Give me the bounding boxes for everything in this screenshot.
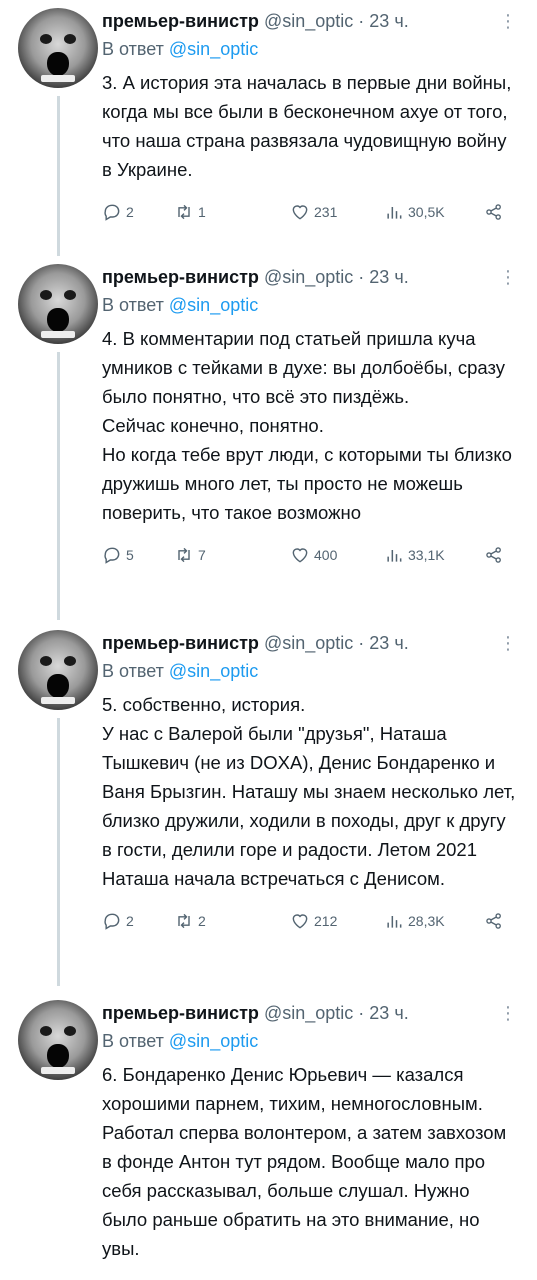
timestamp[interactable]: 23 ч. [369,11,408,31]
reply-prefix: В ответ [102,1031,164,1051]
reply-context: В ответ @sin_optic [102,1028,519,1054]
reply-context: В ответ @sin_optic [102,658,519,684]
author-handle[interactable]: @sin_optic [264,267,353,287]
reply-button[interactable]: 2 [102,911,134,931]
bar-chart-icon [387,916,402,928]
retweet-button[interactable]: 2 [174,911,206,931]
author-handle[interactable]: @sin_optic [264,11,353,31]
bar-chart-icon [387,207,402,219]
retweet-count: 2 [198,913,206,929]
share-button[interactable] [484,545,504,565]
tweet-text: 5. собственно, история. У нас с Валерой … [102,690,519,893]
like-count: 212 [314,913,338,929]
like-count: 400 [314,547,338,563]
retweet-icon [178,913,190,929]
views-count: 28,3K [408,913,445,929]
share-button[interactable] [484,911,504,931]
tweet-paragraph: 5. собственно, история. [102,694,306,715]
tweet-text: 3. А история эта началась в первые дни в… [102,68,519,184]
tweet-paragraph: Сейчас конечно, понятно. [102,415,324,436]
views-count: 33,1K [408,547,445,563]
reply-prefix: В ответ [102,661,164,681]
retweet-button[interactable]: 1 [174,202,206,222]
reply-count: 2 [126,204,134,220]
author-name[interactable]: премьер-винистр [102,633,259,653]
like-count: 231 [314,204,338,220]
more-dots-icon[interactable]: ⋮ [499,8,517,34]
share-icon [486,547,501,563]
heart-icon [292,914,308,929]
tweet-paragraph: 6. Бондаренко Денис Юрьевич — казался хо… [102,1064,507,1259]
share-icon [486,204,501,220]
reply-count: 2 [126,913,134,929]
tweet-paragraph: 3. А история эта началась в первые дни в… [102,72,512,180]
retweet-count: 7 [198,547,206,563]
retweet-icon [178,204,190,220]
speech-bubble-icon [104,204,120,221]
thread-line [57,718,60,986]
reply-mention-link[interactable]: @sin_optic [169,295,258,315]
more-dots-icon[interactable]: ⋮ [499,1000,517,1026]
timestamp[interactable]: 23 ч. [369,1003,408,1023]
reply-context: В ответ @sin_optic [102,292,519,318]
tweet-paragraph: 4. В комментарии под статьей пришла куча… [102,328,505,407]
thread-line [57,352,60,620]
author-handle[interactable]: @sin_optic [264,633,353,653]
author-name[interactable]: премьер-винистр [102,1003,259,1023]
reply-mention-link[interactable]: @sin_optic [169,1031,258,1051]
author-name[interactable]: премьер-винистр [102,11,259,31]
tweet-text: 6. Бондаренко Денис Юрьевич — казался хо… [102,1060,519,1263]
heart-icon [292,205,308,220]
timestamp[interactable]: 23 ч. [369,267,408,287]
avatar[interactable] [18,8,98,88]
reply-context: В ответ @sin_optic [102,36,519,62]
views-button[interactable]: 30,5K [384,202,445,222]
views-button[interactable]: 33,1K [384,545,445,565]
action-bar: 2 1 231 30,5K [102,202,519,226]
author-handle[interactable]: @sin_optic [264,1003,353,1023]
reply-button[interactable]: 5 [102,545,134,565]
retweet-count: 1 [198,204,206,220]
more-dots-icon[interactable]: ⋮ [499,630,517,656]
reply-prefix: В ответ [102,295,164,315]
reply-mention-link[interactable]: @sin_optic [169,661,258,681]
more-dots-icon[interactable]: ⋮ [499,264,517,290]
retweet-icon [178,547,190,563]
like-button[interactable]: 400 [290,545,337,565]
action-bar: 2 2 212 28,3K [102,911,519,935]
avatar[interactable] [18,1000,98,1080]
tweet-header: премьер-винистр @sin_optic · 23 ч. ⋮ [102,1000,519,1026]
share-icon [486,913,501,929]
tweet-header: премьер-винистр @sin_optic · 23 ч. ⋮ [102,264,519,290]
avatar[interactable] [18,264,98,344]
views-count: 30,5K [408,204,445,220]
tweet-paragraph: Но когда тебе врут люди, с которыми ты б… [102,444,512,523]
separator: · [358,1003,365,1023]
reply-button[interactable]: 2 [102,202,134,222]
reply-count: 5 [126,547,134,563]
separator: · [358,11,365,31]
like-button[interactable]: 231 [290,202,337,222]
tweet-header: премьер-винистр @sin_optic · 23 ч. ⋮ [102,8,519,34]
heart-icon [292,548,308,563]
timestamp[interactable]: 23 ч. [369,633,408,653]
views-button[interactable]: 28,3K [384,911,445,931]
action-bar: 5 7 400 33,1K [102,545,519,569]
bar-chart-icon [387,550,402,562]
retweet-button[interactable]: 7 [174,545,206,565]
avatar[interactable] [18,630,98,710]
share-button[interactable] [484,202,504,222]
speech-bubble-icon [104,547,120,564]
tweet-paragraph: У нас с Валерой были "друзья", Наташа Ты… [102,723,516,889]
separator: · [358,267,365,287]
speech-bubble-icon [104,913,120,930]
thread-line [57,96,60,256]
reply-prefix: В ответ [102,39,164,59]
tweet-text: 4. В комментарии под статьей пришла куча… [102,324,519,527]
reply-mention-link[interactable]: @sin_optic [169,39,258,59]
author-name[interactable]: премьер-винистр [102,267,259,287]
tweet-header: премьер-винистр @sin_optic · 23 ч. ⋮ [102,630,519,656]
separator: · [358,633,365,653]
like-button[interactable]: 212 [290,911,337,931]
